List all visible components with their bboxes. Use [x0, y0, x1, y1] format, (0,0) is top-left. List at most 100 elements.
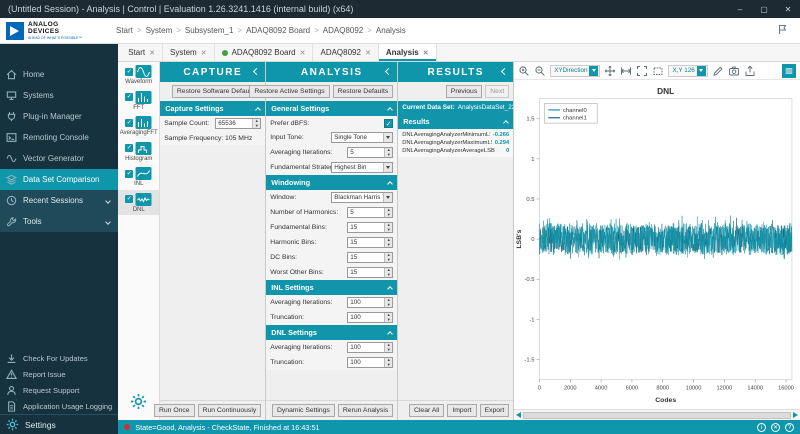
- sidebar-item-home[interactable]: Home: [0, 64, 118, 85]
- edit-icon[interactable]: [712, 65, 724, 77]
- section-header-dnl-settings[interactable]: DNL Settings: [266, 325, 397, 340]
- spinner-truncation[interactable]: 100▴▾: [347, 312, 393, 323]
- section-header-windowing[interactable]: Windowing: [266, 175, 397, 190]
- xy-direction-dropdown[interactable]: XYDirection: [550, 65, 600, 77]
- view-item-averagingfft[interactable]: ✓AveragingFFT: [118, 113, 159, 139]
- restore-software-defaults-button[interactable]: Restore Software Defaults: [172, 85, 261, 98]
- spin-down-icon[interactable]: ▾: [385, 363, 392, 368]
- spinner-averaging-iterations[interactable]: 100▴▾: [347, 297, 393, 308]
- tab-analysis[interactable]: Analysis✕: [379, 44, 437, 61]
- spinner-worst-other-bins[interactable]: 15▴▾: [347, 267, 393, 278]
- select-window[interactable]: Blackman Harris 7: [331, 192, 393, 203]
- info-icon[interactable]: i: [757, 423, 766, 432]
- sidebar-item-systems[interactable]: Systems: [0, 85, 118, 106]
- spin-down-icon[interactable]: ▾: [385, 153, 392, 158]
- spin-down-icon[interactable]: ▾: [385, 303, 392, 308]
- maximize-button[interactable]: ▢: [752, 0, 776, 18]
- sidebar-item-remoting-console[interactable]: Remoting Console: [0, 127, 118, 148]
- box-zoom-icon[interactable]: [652, 65, 664, 77]
- checkbox-prefer-dbfs[interactable]: ✓: [384, 119, 393, 128]
- results-section-header[interactable]: Results: [398, 114, 513, 129]
- pan-icon[interactable]: [604, 65, 616, 77]
- section-header-general-settings[interactable]: General Settings: [266, 101, 397, 116]
- result-row[interactable]: DNLAveragingAnalyzerAverageLSB0: [398, 147, 513, 155]
- spin-down-icon[interactable]: ▾: [385, 348, 392, 353]
- flag-icon[interactable]: [777, 24, 788, 35]
- checkbox-checked-icon[interactable]: ✓: [125, 170, 133, 178]
- spinner-fundamental-bins[interactable]: 15▴▾: [347, 222, 393, 233]
- scroll-right-icon[interactable]: [793, 412, 798, 418]
- sidebar-item-recent-sessions[interactable]: Recent Sessions: [0, 190, 118, 211]
- clear-all-button[interactable]: Clear All: [409, 404, 444, 417]
- breadcrumb-item-adaq8092[interactable]: ADAQ8092: [323, 26, 363, 35]
- sidebar-item-data-set-comparison[interactable]: Data Set Comparison: [0, 169, 118, 190]
- export-button[interactable]: Export: [480, 404, 510, 417]
- axis-scale-dropdown[interactable]: X,Y 126: [668, 65, 707, 77]
- checkbox-checked-icon[interactable]: ✓: [125, 195, 133, 203]
- spin-down-icon[interactable]: ▾: [385, 273, 392, 278]
- spin-down-icon[interactable]: ▾: [385, 258, 392, 263]
- breadcrumb-item-subsystem-1[interactable]: Subsystem_1: [185, 26, 233, 35]
- view-item-fft[interactable]: ✓FFT: [118, 88, 159, 114]
- dynamic-settings-button[interactable]: Dynamic Settings: [272, 404, 335, 417]
- tab-adaq8092-board[interactable]: ADAQ8092 Board✕: [215, 44, 314, 61]
- restore-active-settings-button[interactable]: Restore Active Settings: [249, 85, 329, 98]
- spin-down-icon[interactable]: ▾: [385, 213, 392, 218]
- chart-menu-button[interactable]: [782, 64, 796, 78]
- sidebar-item-report-issue[interactable]: Report Issue: [0, 366, 118, 382]
- checkbox-checked-icon[interactable]: ✓: [125, 119, 133, 127]
- help-icon[interactable]: ?: [785, 423, 794, 432]
- zoom-in-icon[interactable]: [518, 65, 530, 77]
- collapse-left-icon[interactable]: [501, 68, 508, 75]
- fit-width-icon[interactable]: [620, 65, 632, 77]
- capture-settings-header[interactable]: Capture Settings: [160, 101, 265, 116]
- view-settings-gear-icon[interactable]: [130, 393, 147, 410]
- result-row[interactable]: DNLAveragingAnalyzerMaximumLSB0.294: [398, 139, 513, 147]
- spinner-harmonic-bins[interactable]: 15▴▾: [347, 237, 393, 248]
- minimize-button[interactable]: –: [728, 0, 752, 18]
- select-input-tone[interactable]: Single Tone: [331, 132, 393, 143]
- spin-down-icon[interactable]: ▾: [385, 243, 392, 248]
- scroll-left-icon[interactable]: [516, 412, 521, 418]
- export-icon[interactable]: [744, 65, 756, 77]
- checkbox-checked-icon[interactable]: ✓: [125, 144, 133, 152]
- tab-close-icon[interactable]: ✕: [365, 49, 371, 57]
- sidebar-item-request-support[interactable]: Request Support: [0, 382, 118, 398]
- tab-start[interactable]: Start✕: [121, 44, 163, 61]
- result-row[interactable]: DNLAveragingAnalyzerMinimumLSB-0.266: [398, 131, 513, 139]
- tab-close-icon[interactable]: ✕: [149, 49, 155, 57]
- camera-icon[interactable]: [728, 65, 740, 77]
- collapse-left-icon[interactable]: [253, 68, 260, 75]
- tab-close-icon[interactable]: ✕: [423, 49, 429, 57]
- view-item-inl[interactable]: ✓INL: [118, 164, 159, 190]
- zoom-out-icon[interactable]: [534, 65, 546, 77]
- view-item-histogram[interactable]: ✓Histogram: [118, 139, 159, 165]
- run-once-button[interactable]: Run Once: [154, 404, 195, 417]
- section-header-inl-settings[interactable]: INL Settings: [266, 280, 397, 295]
- sidebar-item-settings[interactable]: Settings: [0, 414, 118, 434]
- sidebar-item-vector-generator[interactable]: Vector Generator: [0, 148, 118, 169]
- spinner-number-of-harmonics[interactable]: 5▴▾: [347, 207, 393, 218]
- sidebar-item-tools[interactable]: Tools: [0, 211, 118, 232]
- checkbox-checked-icon[interactable]: ✓: [125, 68, 133, 76]
- tab-close-icon[interactable]: ✕: [300, 49, 306, 57]
- spin-down-icon[interactable]: ▾: [385, 318, 392, 323]
- next-button[interactable]: Next: [485, 85, 509, 98]
- close-button[interactable]: ✕: [776, 0, 800, 18]
- error-icon[interactable]: ✕: [771, 423, 780, 432]
- tab-adaq8092[interactable]: ADAQ8092✕: [313, 44, 378, 61]
- breadcrumb-item-start[interactable]: Start: [116, 26, 133, 35]
- spinner-dc-bins[interactable]: 15▴▾: [347, 252, 393, 263]
- breadcrumb-item-adaq8092-board[interactable]: ADAQ8092 Board: [246, 26, 310, 35]
- sidebar-item-application-usage-logging[interactable]: Application Usage Logging: [0, 398, 118, 414]
- checkbox-checked-icon[interactable]: ✓: [125, 93, 133, 101]
- scrollbar-thumb[interactable]: [523, 412, 791, 419]
- sidebar-item-plug-in-manager[interactable]: Plug-in Manager: [0, 106, 118, 127]
- breadcrumb-item-system[interactable]: System: [146, 26, 173, 35]
- spinner-truncation[interactable]: 100▴▾: [347, 357, 393, 368]
- spin-down-icon[interactable]: ▾: [253, 124, 260, 129]
- previous-button[interactable]: Previous: [446, 85, 482, 98]
- spinner-averaging-iterations[interactable]: 100▴▾: [347, 342, 393, 353]
- expand-icon[interactable]: [636, 65, 648, 77]
- spinner-averaging-iterations[interactable]: 5▴▾: [347, 147, 393, 158]
